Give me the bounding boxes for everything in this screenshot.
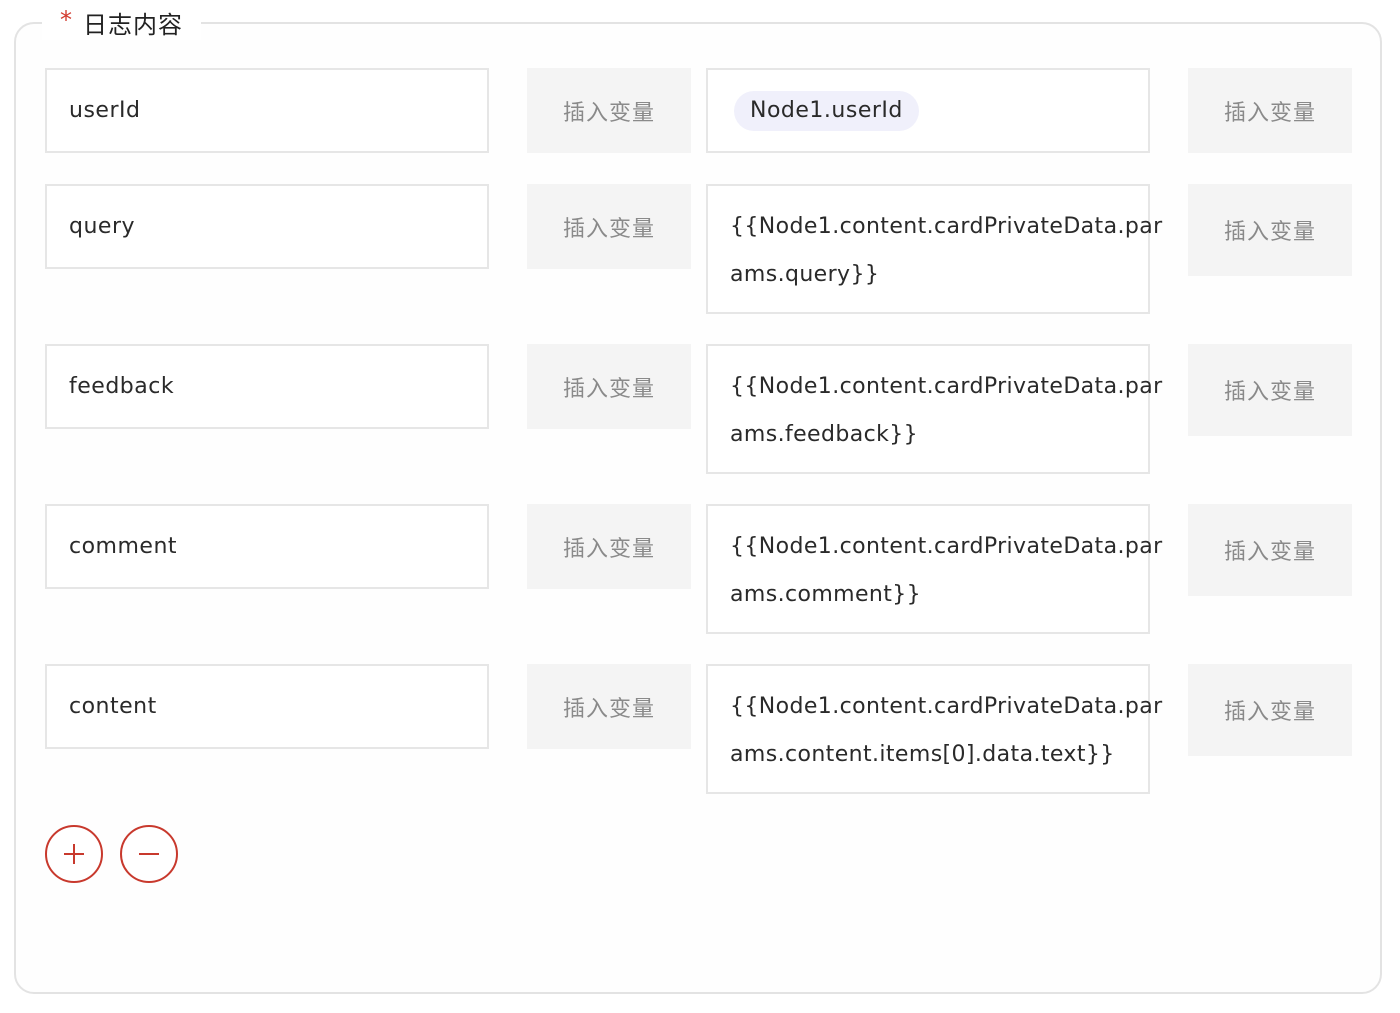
value-text-line: {{Node1.content.cardPrivateData.par <box>730 374 1163 399</box>
insert-variable-button-key[interactable]: 插入变量 <box>527 68 691 153</box>
key-input-query[interactable]: query <box>45 184 489 269</box>
value-text-line: ams.query}} <box>730 262 880 287</box>
insert-variable-button-value[interactable]: 插入变量 <box>1188 504 1352 596</box>
insert-variable-button-value[interactable]: 插入变量 <box>1188 68 1352 153</box>
key-input-feedback[interactable]: feedback <box>45 344 489 429</box>
insert-variable-button-key[interactable]: 插入变量 <box>527 184 691 269</box>
value-input-userid[interactable]: Node1.userId <box>706 68 1150 153</box>
plus-icon <box>64 844 84 864</box>
value-input-content[interactable]: {{Node1.content.cardPrivateData.par ams.… <box>706 664 1163 794</box>
variable-tag[interactable]: Node1.userId <box>734 90 919 131</box>
value-text-line: ams.content.items[0].data.text}} <box>730 742 1115 767</box>
value-input-query[interactable]: {{Node1.content.cardPrivateData.par ams.… <box>706 184 1163 314</box>
insert-variable-button-key[interactable]: 插入变量 <box>527 344 691 429</box>
insert-variable-button-value[interactable]: 插入变量 <box>1188 184 1352 276</box>
key-input-comment[interactable]: comment <box>45 504 489 589</box>
section-legend: * 日志内容 <box>42 4 201 40</box>
value-text-line: ams.comment}} <box>730 582 922 607</box>
section-title: 日志内容 <box>83 10 183 39</box>
value-text-line: {{Node1.content.cardPrivateData.par <box>730 534 1163 559</box>
add-row-button[interactable] <box>45 825 103 883</box>
insert-variable-button-key[interactable]: 插入变量 <box>527 664 691 749</box>
value-input-comment[interactable]: {{Node1.content.cardPrivateData.par ams.… <box>706 504 1163 634</box>
key-input-userid[interactable]: userId <box>45 68 489 153</box>
value-input-feedback[interactable]: {{Node1.content.cardPrivateData.par ams.… <box>706 344 1163 474</box>
insert-variable-button-key[interactable]: 插入变量 <box>527 504 691 589</box>
insert-variable-button-value[interactable]: 插入变量 <box>1188 344 1352 436</box>
value-text-line: {{Node1.content.cardPrivateData.par <box>730 694 1163 719</box>
key-input-content[interactable]: content <box>45 664 489 749</box>
minus-icon <box>139 853 159 855</box>
remove-row-button[interactable] <box>120 825 178 883</box>
required-mark: * <box>60 6 73 34</box>
value-text-line: ams.feedback}} <box>730 422 919 447</box>
insert-variable-button-value[interactable]: 插入变量 <box>1188 664 1352 756</box>
value-text-line: {{Node1.content.cardPrivateData.par <box>730 214 1163 239</box>
